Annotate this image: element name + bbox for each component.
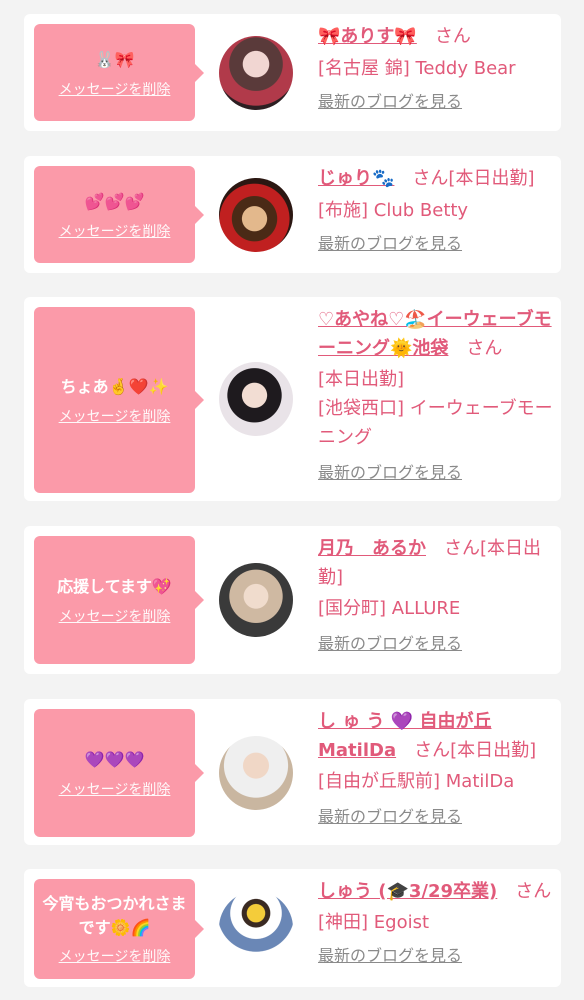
message-card: ちょあ🤞❤️✨ メッセージを削除 ♡あやね♡🏖️イーウェーブモーニング🌞池袋 さ… (24, 297, 561, 501)
status-badge: [本日出勤] (448, 168, 535, 189)
message-bubble: 💜💜💜 メッセージを削除 (34, 709, 204, 837)
cast-name-link[interactable]: 月乃 あるか (318, 538, 426, 559)
shop-label: [神田] Egoist (318, 912, 430, 933)
delete-message-link[interactable]: メッセージを削除 (59, 946, 171, 966)
delete-message-link[interactable]: メッセージを削除 (59, 406, 171, 426)
latest-blog-link[interactable]: 最新のブログを見る (318, 806, 462, 828)
message-card: 🐰🎀 メッセージを削除 🎀ありす🎀 さん [名古屋 錦] Teddy Bear … (24, 14, 561, 131)
message-bubble: ちょあ🤞❤️✨ メッセージを削除 (34, 307, 204, 493)
delete-message-link[interactable]: メッセージを削除 (59, 79, 171, 99)
status-badge: [本日出勤] (318, 369, 405, 390)
message-text: 🐰🎀 (94, 49, 135, 69)
shop-label: [布施] Club Betty (318, 200, 469, 221)
message-bubble: 💕💕💕 メッセージを削除 (34, 166, 204, 263)
cast-info: ♡あやね♡🏖️イーウェーブモーニング🌞池袋 さん [本日出勤] [池袋西口] イ… (318, 305, 554, 484)
message-bubble: 応援してます💖 メッセージを削除 (34, 536, 204, 664)
message-text: 💕💕💕 (84, 191, 145, 211)
cast-name-link[interactable]: しゅう (🎓3/29卒業) (318, 881, 497, 902)
avatar[interactable] (219, 36, 293, 110)
message-card: 💕💕💕 メッセージを削除 じゅり🐾 さん[本日出勤] [布施] Club Bet… (24, 156, 561, 273)
message-card: 💜💜💜 メッセージを削除 し ゅ う 💜 自由が丘MatilDa さん[本日出勤… (24, 699, 561, 845)
message-bubble: 今宵もおつかれさまです🌼🌈 メッセージを削除 (34, 879, 204, 979)
shop-label: [名古屋 錦] Teddy Bear (318, 58, 516, 79)
san-suffix: さん (444, 538, 480, 559)
message-card: 応援してます💖 メッセージを削除 月乃 あるか さん[本日出勤] [国分町] A… (24, 526, 561, 674)
latest-blog-link[interactable]: 最新のブログを見る (318, 945, 462, 967)
message-card: 今宵もおつかれさまです🌼🌈 メッセージを削除 しゅう (🎓3/29卒業) さん … (24, 869, 561, 987)
shop-label: [自由が丘駅前] MatilDa (318, 771, 515, 792)
san-suffix: さん (466, 338, 503, 359)
delete-message-link[interactable]: メッセージを削除 (59, 606, 171, 626)
san-suffix: さん (515, 881, 552, 902)
cast-info: 🎀ありす🎀 さん [名古屋 錦] Teddy Bear 最新のブログを見る (318, 22, 554, 113)
latest-blog-link[interactable]: 最新のブログを見る (318, 633, 462, 655)
avatar[interactable] (219, 736, 293, 810)
latest-blog-link[interactable]: 最新のブログを見る (318, 462, 462, 484)
message-text: 今宵もおつかれさまです🌼🌈 (42, 894, 187, 937)
delete-message-link[interactable]: メッセージを削除 (59, 221, 171, 241)
cast-name-link[interactable]: じゅり🐾 (318, 168, 394, 189)
cast-name-link[interactable]: ♡あやね♡🏖️イーウェーブモーニング🌞池袋 (318, 309, 552, 359)
message-text: 💜💜💜 (84, 750, 145, 769)
message-text: ちょあ🤞❤️✨ (60, 377, 169, 396)
message-bubble: 🐰🎀 メッセージを削除 (34, 24, 204, 121)
avatar[interactable] (219, 563, 293, 637)
status-badge: [本日出勤] (450, 740, 537, 761)
san-suffix: さん (414, 740, 451, 761)
message-text: 応援してます💖 (57, 577, 172, 596)
cast-info: し ゅ う 💜 自由が丘MatilDa さん[本日出勤] [自由が丘駅前] Ma… (318, 707, 554, 828)
avatar[interactable] (219, 891, 293, 965)
cast-info: じゅり🐾 さん[本日出勤] [布施] Club Betty 最新のブログを見る (318, 164, 554, 255)
san-suffix: さん (434, 26, 471, 47)
latest-blog-link[interactable]: 最新のブログを見る (318, 233, 462, 255)
shop-label: [池袋西口] イーウェーブモーニング (318, 398, 553, 448)
avatar[interactable] (219, 178, 293, 252)
cast-info: しゅう (🎓3/29卒業) さん [神田] Egoist 最新のブログを見る (318, 877, 554, 967)
san-suffix: さん (412, 168, 449, 189)
cast-name-link[interactable]: 🎀ありす🎀 (318, 26, 417, 47)
shop-label: [国分町] ALLURE (318, 598, 461, 619)
avatar[interactable] (219, 362, 293, 436)
delete-message-link[interactable]: メッセージを削除 (59, 779, 171, 799)
latest-blog-link[interactable]: 最新のブログを見る (318, 91, 462, 113)
cast-info: 月乃 あるか さん[本日出勤] [国分町] ALLURE 最新のブログを見る (318, 534, 554, 655)
